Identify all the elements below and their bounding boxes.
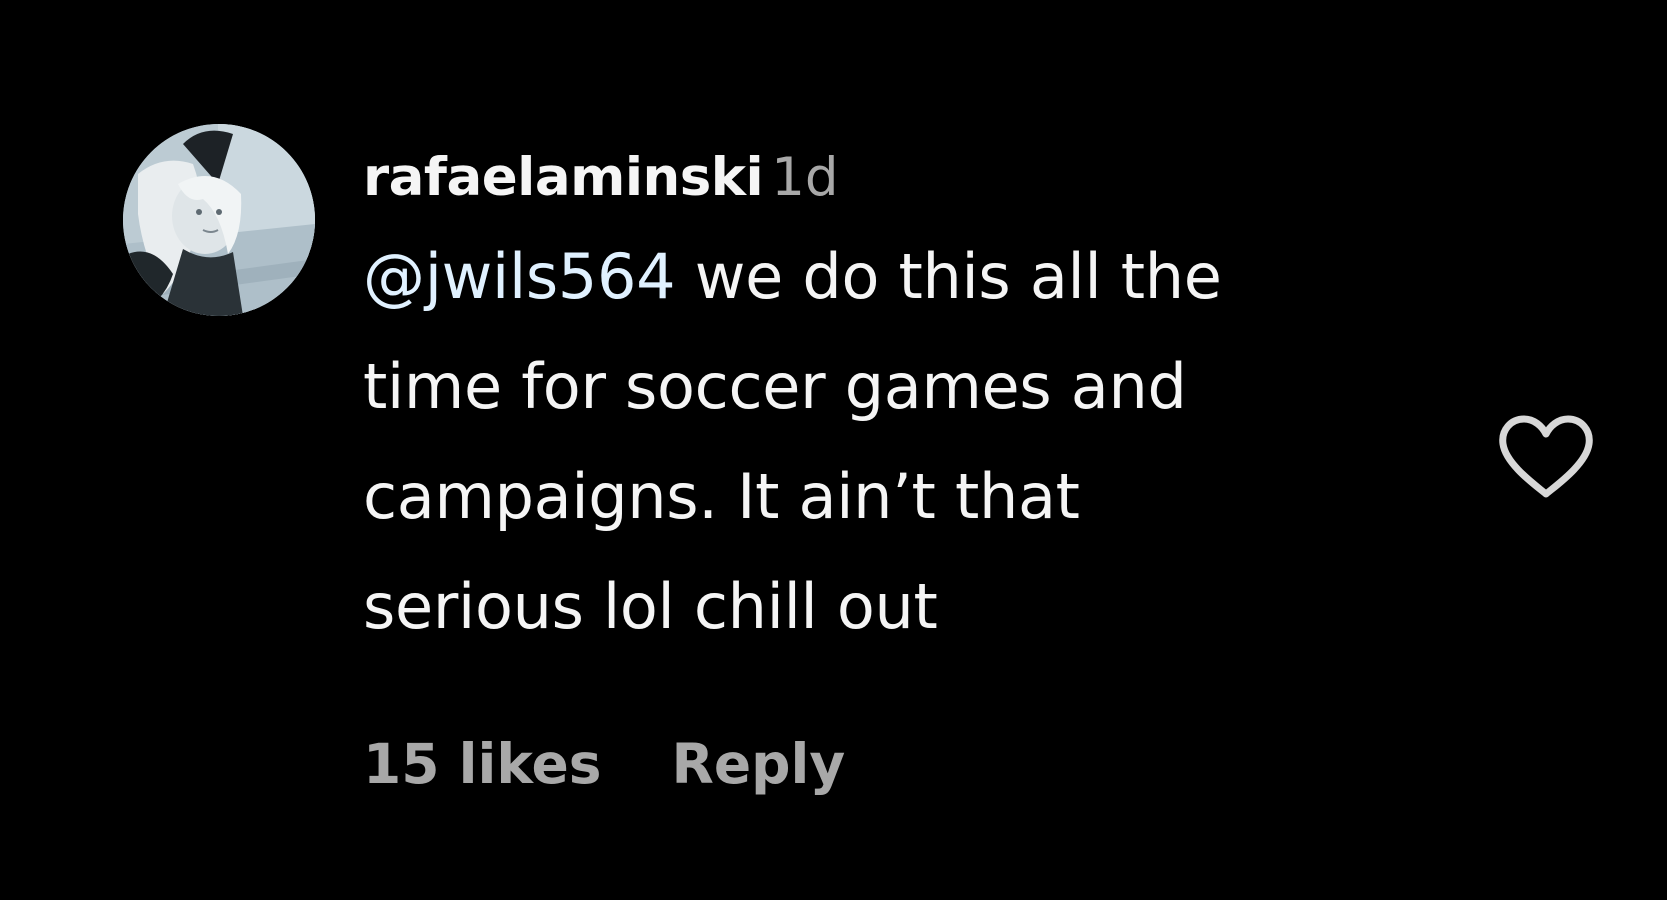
comment-text-line: time for soccer games and bbox=[363, 350, 1187, 423]
comment-text-segment: we do this all the bbox=[675, 240, 1222, 313]
comment-text-line: serious lol chill out bbox=[363, 570, 938, 643]
comment-actions: 15 likes Reply bbox=[363, 728, 845, 800]
mention-link[interactable]: @jwils564 bbox=[363, 240, 676, 313]
avatar[interactable] bbox=[123, 124, 315, 316]
timestamp: 1d bbox=[771, 147, 839, 208]
likes-count-button[interactable]: 15 likes bbox=[363, 728, 602, 800]
comment-text-line: campaigns. It ain’t that bbox=[363, 460, 1080, 533]
comment-header: rafaelaminski 1d bbox=[363, 142, 1393, 214]
like-button[interactable] bbox=[1498, 414, 1594, 500]
comment-text: @jwils564 we do this all the time for so… bbox=[363, 222, 1393, 662]
comment: rafaelaminski 1d @jwils564 we do this all… bbox=[0, 0, 1667, 900]
avatar-image bbox=[123, 124, 315, 316]
heart-outline-icon bbox=[1499, 415, 1593, 498]
comment-text-line: @jwils564 we do this all the bbox=[363, 222, 1393, 332]
comment-body: rafaelaminski 1d @jwils564 we do this all… bbox=[363, 142, 1393, 662]
username-link[interactable]: rafaelaminski bbox=[363, 147, 764, 208]
reply-button[interactable]: Reply bbox=[672, 728, 846, 800]
